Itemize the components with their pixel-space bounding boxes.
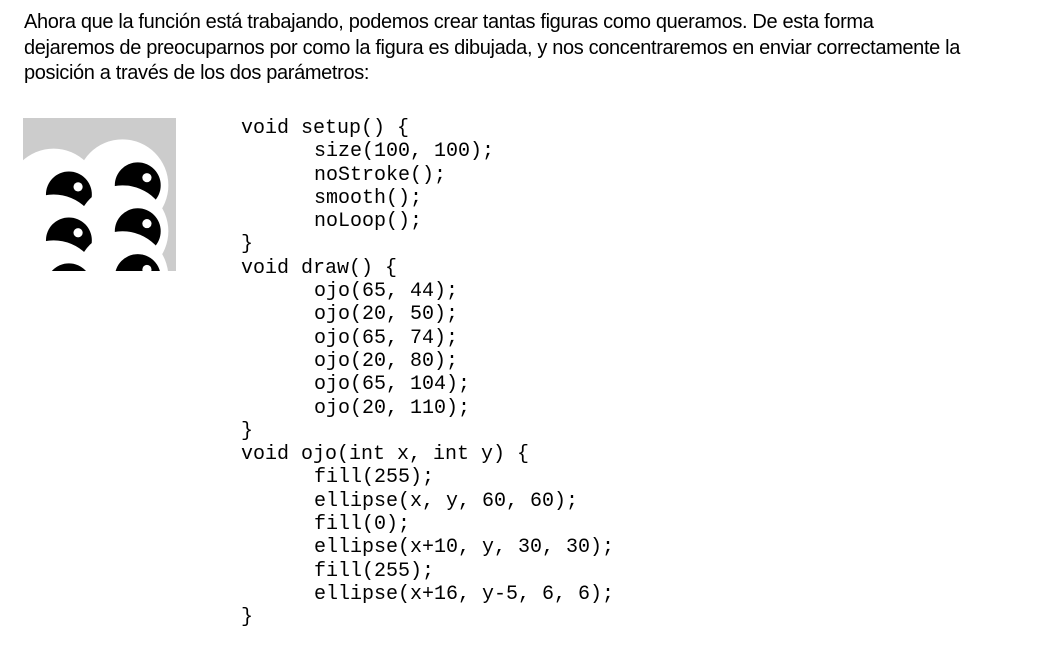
code-line: fill(255); xyxy=(314,559,435,583)
code-line: ellipse(x+10, y, 30, 30); xyxy=(314,536,615,560)
code-line: ellipse(x+16, y-5, 6, 6); xyxy=(314,582,615,606)
code-line: void draw() { xyxy=(241,256,398,280)
code-listing: void setup() {size(100, 100); noStroke();… xyxy=(241,117,614,630)
code-line: ojo(65, 104); xyxy=(314,373,471,397)
code-line: noLoop(); xyxy=(314,210,423,234)
code-line: noStroke(); xyxy=(314,163,447,187)
code-line: ojo(65, 44); xyxy=(314,280,459,304)
code-line: fill(0); xyxy=(314,513,411,537)
code-line: } xyxy=(241,233,254,257)
code-line: ojo(20, 50); xyxy=(314,303,459,327)
eye-highlight xyxy=(73,228,83,238)
code-line: } xyxy=(241,606,254,630)
intro-line-2: dejaremos de preocuparnos por como la fi… xyxy=(24,36,961,59)
code-line: smooth(); xyxy=(314,186,423,210)
intro-line-3: posición a través de los dos parámetros: xyxy=(24,62,370,84)
code-line: ellipse(x, y, 60, 60); xyxy=(314,489,579,513)
code-line: size(100, 100); xyxy=(314,140,495,164)
code-line: } xyxy=(241,419,254,443)
eye-highlight xyxy=(142,173,152,183)
code-line: void setup() { xyxy=(241,117,410,140)
code-line: ojo(65, 74); xyxy=(314,326,459,350)
code-line: ojo(20, 110); xyxy=(314,396,471,420)
eyes-sketch-canvas xyxy=(23,118,176,271)
intro-line-1: Ahora que la función está trabajando, po… xyxy=(24,11,874,33)
code-line: fill(255); xyxy=(314,466,435,490)
code-line: void ojo(int x, int y) { xyxy=(241,443,530,467)
sketch-output-image xyxy=(23,118,176,271)
code-line: ojo(20, 80); xyxy=(314,349,459,373)
intro-paragraph: Ahora que la función está trabajando, po… xyxy=(24,10,1034,87)
eyes-group xyxy=(23,139,169,271)
eye-highlight xyxy=(142,218,152,229)
eye-highlight xyxy=(73,182,83,192)
